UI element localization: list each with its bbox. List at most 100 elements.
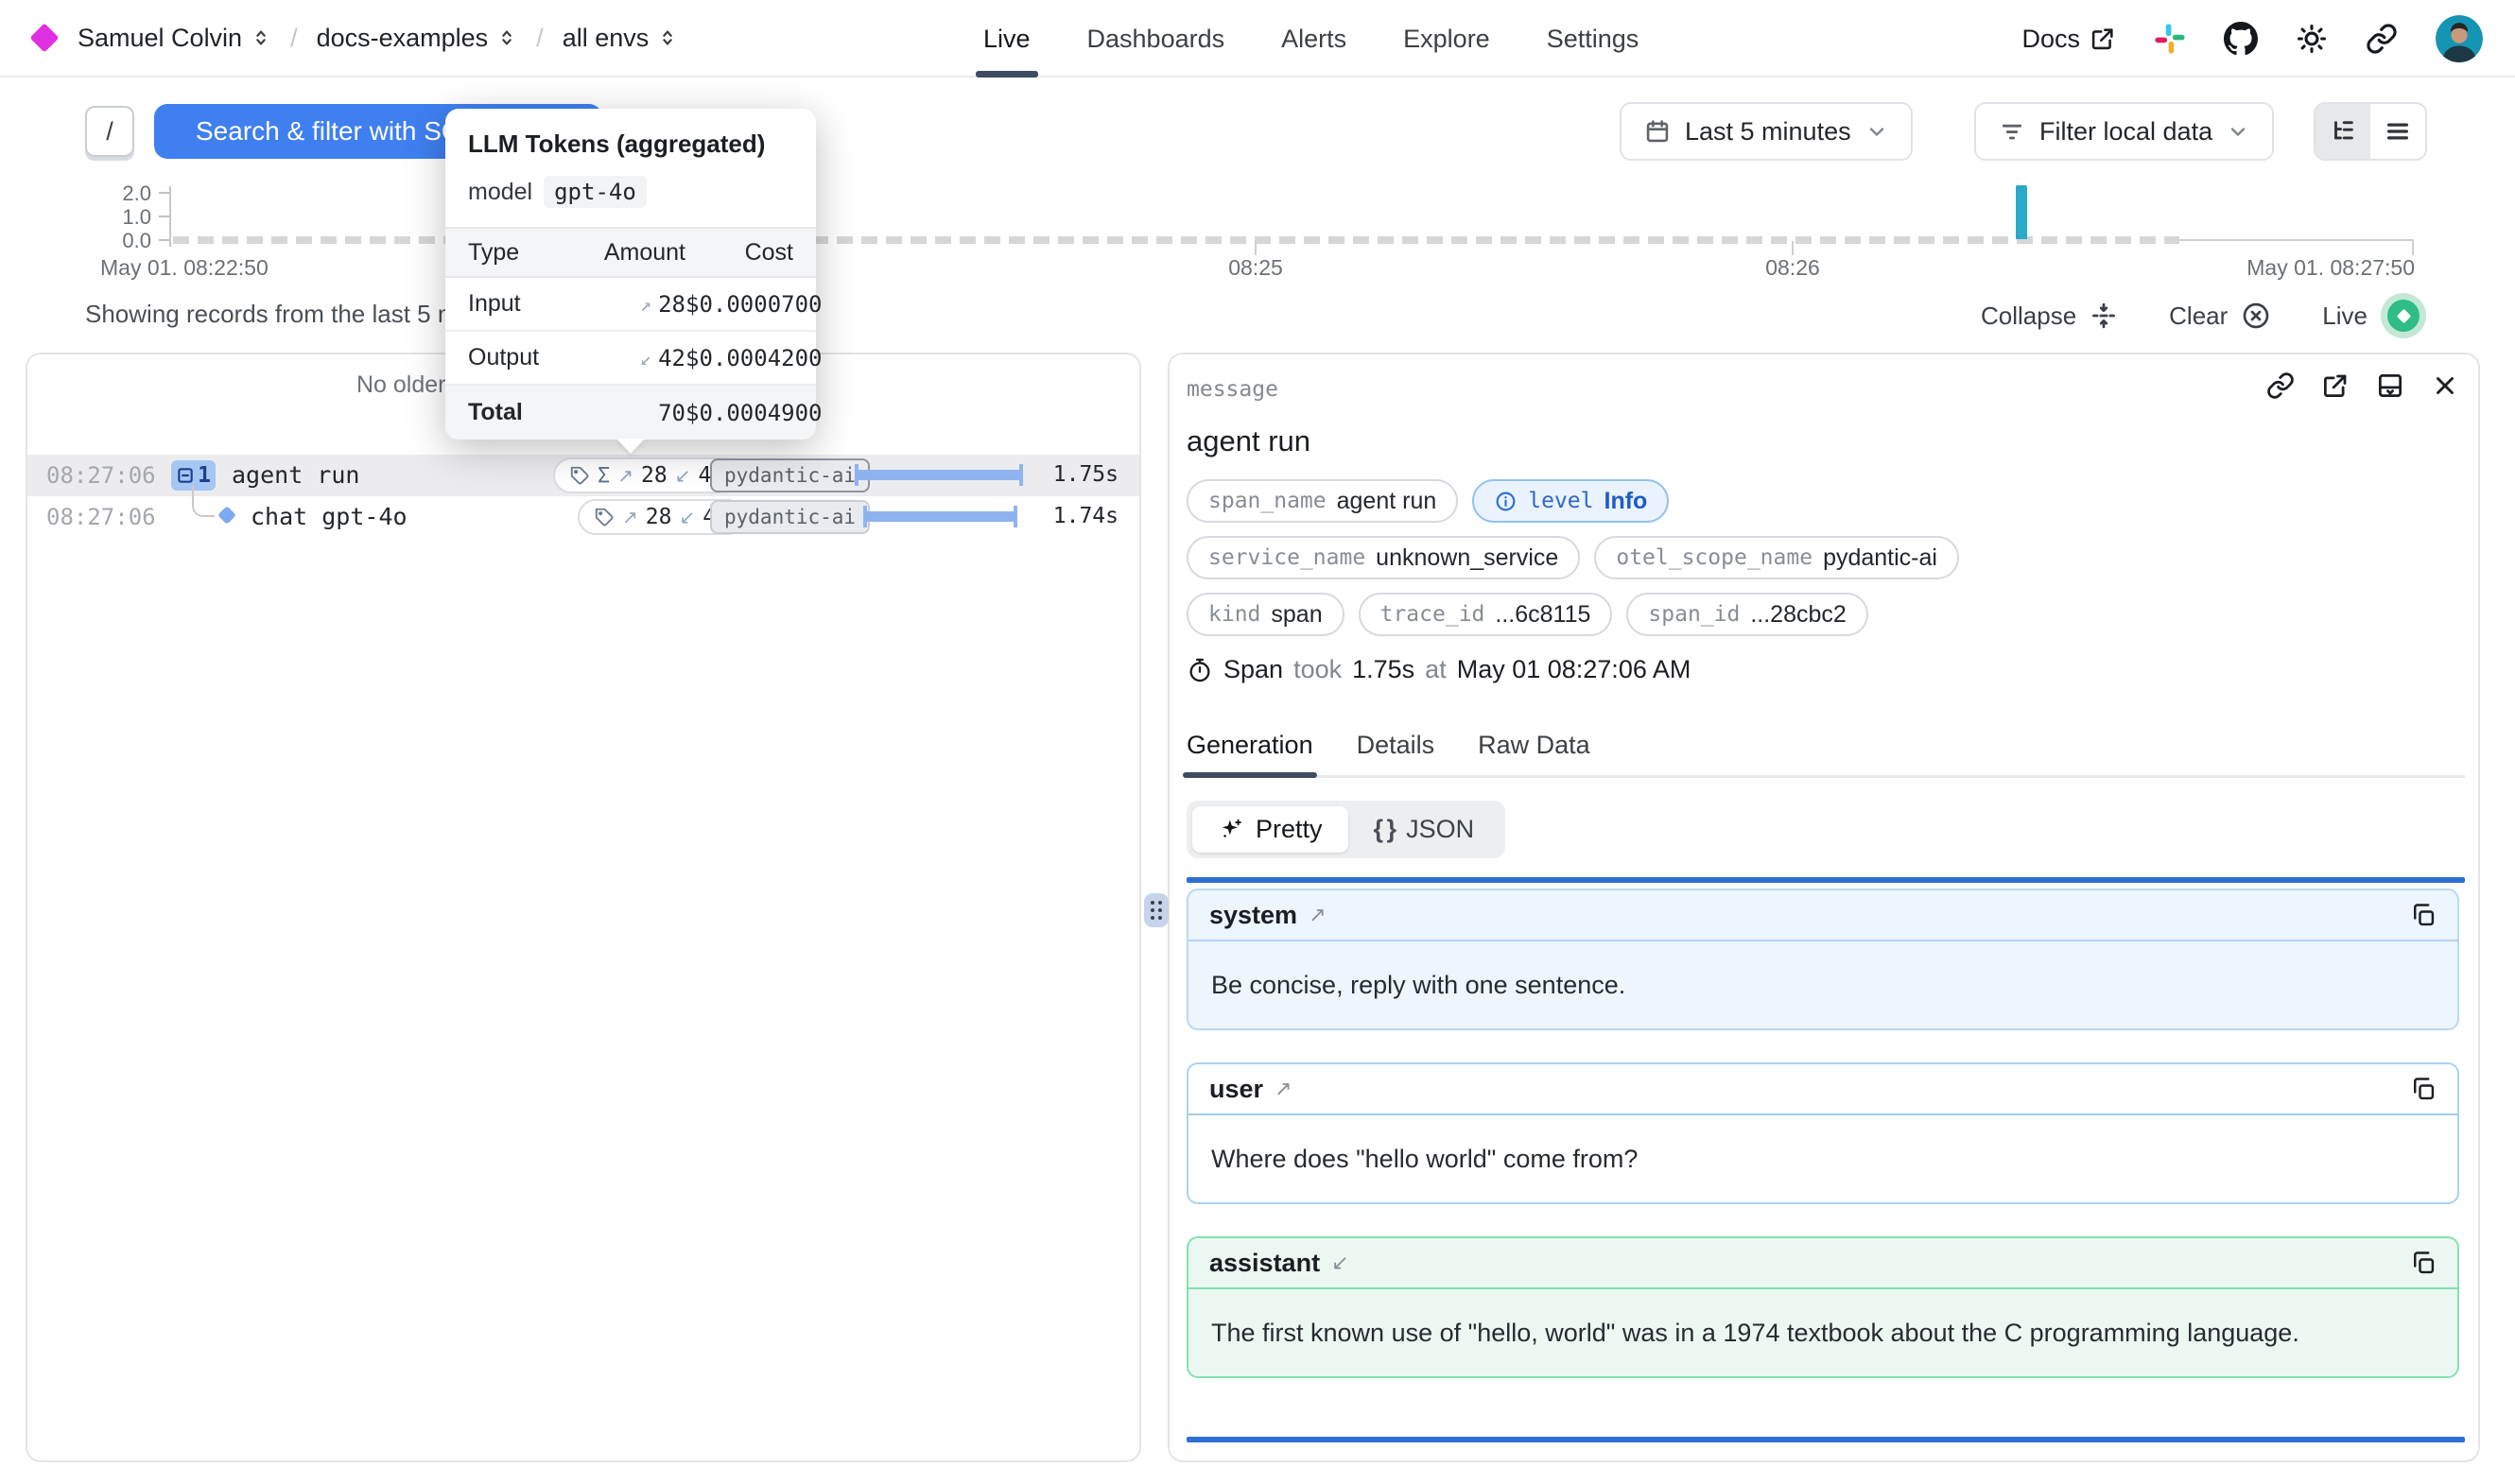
span-diamond-icon [217, 506, 236, 525]
panel-resize-handle[interactable] [1144, 893, 1169, 927]
span-title: agent run [1187, 424, 1310, 458]
nav-tab-dashboards[interactable]: Dashboards [1087, 0, 1225, 78]
message-role: system [1209, 901, 1297, 930]
service-name-badge[interactable]: service_name unknown_service [1187, 536, 1580, 579]
span-id-badge[interactable]: span_id ...28cbc2 [1626, 593, 1867, 636]
row-type: Output [468, 344, 586, 371]
live-indicator-halo [2381, 293, 2426, 338]
filter-local-data-button[interactable]: Filter local data [1974, 102, 2274, 161]
render-mode-toggle: Pretty { } JSON [1187, 801, 1505, 858]
project-selector[interactable]: docs-examples [317, 24, 518, 53]
slash-glyph: / [106, 117, 113, 147]
copy-message-button[interactable] [2410, 902, 2437, 928]
time-range-selector[interactable]: Last 5 minutes [1620, 102, 1913, 161]
badge-key: trace_id [1380, 602, 1485, 627]
nav-tab-live[interactable]: Live [983, 0, 1031, 78]
attribute-badges-row: kind span trace_id ...6c8115 span_id ...… [1187, 593, 1868, 636]
status-actions: Collapse Clear Live [1981, 293, 2426, 338]
tooltip-caret [616, 439, 645, 454]
row-type: Input [468, 290, 586, 318]
docs-link[interactable]: Docs [2021, 25, 2116, 54]
filter-label: Filter local data [2039, 117, 2212, 147]
span-name-badge[interactable]: span_name agent run [1187, 479, 1458, 523]
otel-scope-badge[interactable]: otel_scope_name pydantic-ai [1594, 536, 1959, 579]
duration-bar[interactable] [863, 511, 1017, 522]
share-link-button[interactable] [2366, 23, 2398, 55]
attribute-badges-row: span_name agent run level Info [1187, 479, 1669, 523]
collapse-button[interactable]: Collapse [1981, 302, 2118, 331]
environment-selector[interactable]: all envs [563, 24, 679, 53]
github-button[interactable] [2224, 22, 2258, 56]
scope-tag[interactable]: pydantic-ai [710, 500, 870, 534]
trace-list-panel: No older 08:27:06 1 agent run Σ ↗ 28 ↙ 4… [26, 353, 1141, 1462]
message-card-system: system ↗ Be concise, reply with one sent… [1187, 889, 2459, 1030]
theme-toggle-button[interactable] [2296, 23, 2328, 55]
timeline-record-bar[interactable] [2016, 185, 2027, 239]
message-role: user [1209, 1075, 1263, 1104]
span-name-text: chat gpt-4o [251, 503, 408, 530]
copy-message-button[interactable] [2410, 1076, 2437, 1102]
pretty-mode-button[interactable]: Pretty [1192, 806, 1348, 853]
slack-button[interactable] [2154, 23, 2186, 55]
square-minus-icon [176, 466, 195, 485]
org-name: Samuel Colvin [78, 24, 242, 53]
live-label: Live [2322, 302, 2368, 331]
x-tick-mark [2412, 241, 2414, 255]
time-range-label: Last 5 minutes [1685, 117, 1851, 147]
user-avatar[interactable] [2436, 15, 2483, 62]
docs-label: Docs [2021, 25, 2080, 54]
span-name-text: agent run [232, 461, 359, 489]
x-tick-mark [1792, 241, 1794, 255]
tooltip-title: LLM Tokens (aggregated) [445, 129, 816, 159]
stopwatch-icon [1187, 657, 1213, 683]
badge-key: span_name [1208, 489, 1327, 513]
open-in-new-button[interactable] [2321, 371, 2350, 400]
badge-value: unknown_service [1376, 544, 1558, 572]
calendar-icon [1644, 118, 1671, 145]
tokens-row-input: Input ↗28 $0.0000700 [445, 278, 816, 332]
span-detail-panel: message agent run span_name agent run [1168, 353, 2480, 1462]
trace-row-chat-gpt-4o[interactable]: 08:27:06 chat gpt-4o ↗ 28 ↙ 42 pydantic-… [27, 496, 1139, 538]
sigma-glyph: Σ [598, 464, 610, 488]
list-view-toggle[interactable] [2370, 104, 2425, 159]
nav-tab-alerts[interactable]: Alerts [1281, 0, 1346, 78]
nav-tab-explore[interactable]: Explore [1403, 0, 1490, 78]
json-mode-button[interactable]: { } JSON [1348, 806, 1500, 853]
curly-braces-icon: { } [1374, 815, 1396, 844]
logfire-logo-icon [29, 23, 59, 52]
tab-details[interactable]: Details [1357, 731, 1435, 775]
y-axis-line [169, 186, 171, 247]
tree-view-icon [2329, 117, 2357, 146]
dock-panel-button[interactable] [2376, 371, 2404, 400]
output-arrow-glyph: ↙ [675, 464, 691, 488]
copy-link-button[interactable] [2266, 371, 2295, 400]
copy-message-button[interactable] [2410, 1250, 2437, 1276]
live-toggle[interactable]: Live [2322, 293, 2426, 338]
input-tokens: 28 [646, 505, 672, 529]
topbar-actions: Docs [2021, 0, 2483, 78]
scope-tag[interactable]: pydantic-ai [710, 458, 870, 492]
trace-id-badge[interactable]: trace_id ...6c8115 [1359, 593, 1613, 636]
slack-icon [2154, 23, 2186, 55]
copy-icon [2410, 902, 2437, 928]
span-word: Span [1223, 655, 1283, 684]
org-selector[interactable]: Samuel Colvin [78, 24, 271, 53]
link-icon [2266, 371, 2295, 400]
tree-view-toggle[interactable] [2316, 104, 2370, 159]
sun-icon [2296, 23, 2328, 55]
level-badge[interactable]: level Info [1472, 479, 1669, 523]
took-word: took [1293, 655, 1342, 684]
collapse-label: Collapse [1981, 302, 2076, 331]
close-panel-button[interactable] [2431, 371, 2459, 400]
nav-tab-settings[interactable]: Settings [1547, 0, 1639, 78]
tab-raw-data[interactable]: Raw Data [1478, 731, 1590, 775]
kind-badge[interactable]: kind span [1187, 593, 1344, 636]
timeline-baseline-solid [2179, 239, 2414, 241]
badge-value: span [1271, 601, 1322, 629]
tab-generation[interactable]: Generation [1187, 731, 1313, 775]
message-card-assistant: assistant ↙ The first known use of "hell… [1187, 1236, 2459, 1378]
badge-key: level [1528, 489, 1593, 513]
duration-bar[interactable] [855, 470, 1023, 480]
clear-button[interactable]: Clear [2169, 301, 2271, 331]
duration-text: 1.74s [1053, 504, 1119, 528]
